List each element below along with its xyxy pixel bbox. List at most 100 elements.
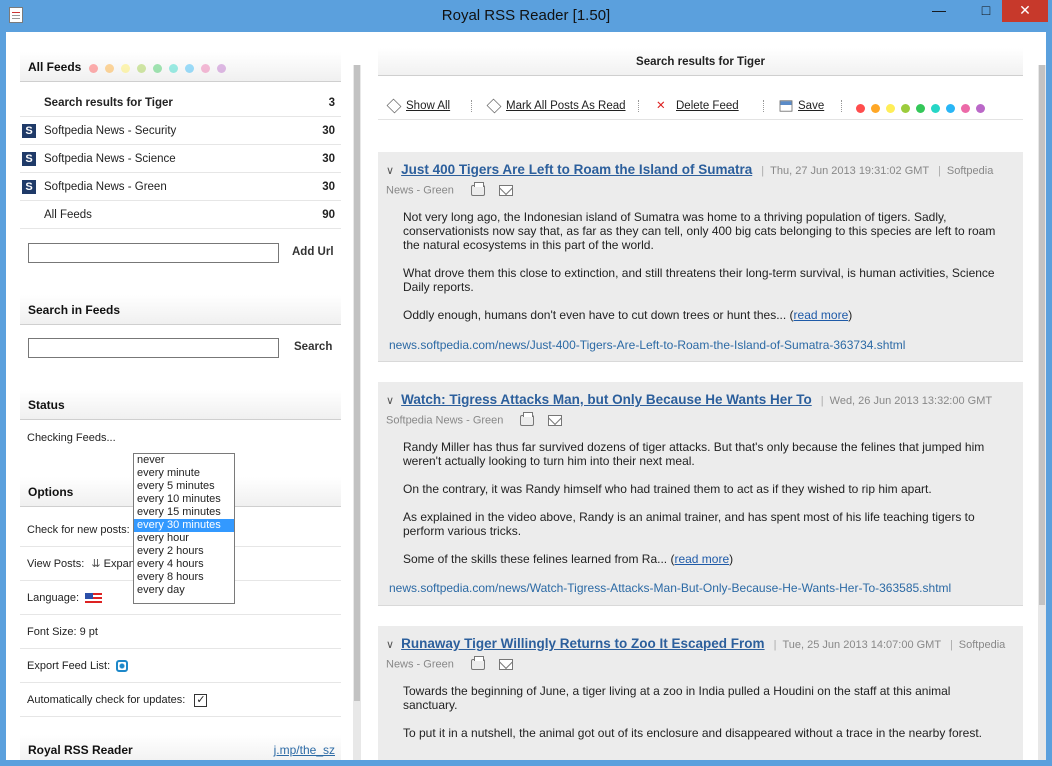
color-dot[interactable] [931, 104, 940, 114]
delete-feed-button[interactable]: ✕ Delete Feed [656, 92, 739, 120]
color-dot[interactable] [136, 64, 146, 74]
delete-icon: ✕ [656, 99, 666, 112]
export-icon[interactable] [116, 660, 129, 673]
title-bar: Royal RSS Reader [1.50] — □ ✕ [0, 0, 1052, 32]
add-url-button[interactable]: Add Url [292, 246, 334, 258]
dropdown-option[interactable]: every 5 minutes [134, 480, 234, 493]
feed-item-security[interactable]: S Softpedia News - Security 30 [20, 117, 341, 145]
chevron-down-icon[interactable]: ∨ [386, 165, 394, 177]
color-dot[interactable] [901, 104, 910, 114]
save-button[interactable]: Save [778, 92, 824, 120]
color-dot[interactable] [886, 104, 895, 114]
color-dot[interactable] [152, 64, 162, 74]
close-button[interactable]: ✕ [1002, 0, 1048, 22]
mail-icon[interactable] [498, 184, 513, 196]
chevron-down-icon[interactable]: ∨ [386, 639, 394, 651]
mail-icon[interactable] [498, 658, 513, 670]
read-more-link[interactable]: read more [674, 552, 729, 566]
footer-link[interactable]: j.mp/the_sz [274, 735, 335, 760]
footer-title: Royal RSS Reader [28, 743, 133, 757]
option-label: Check for new posts: [27, 524, 130, 536]
option-font-size[interactable]: Font Size: 9 pt [20, 615, 341, 649]
show-all-button[interactable]: Show All [386, 92, 450, 120]
add-url-input[interactable] [28, 243, 279, 263]
article-source: Softpedia [958, 639, 1006, 651]
show-all-icon [386, 98, 402, 114]
dropdown-option[interactable]: every 30 minutes [134, 519, 234, 532]
color-dot[interactable] [168, 64, 178, 74]
color-dot[interactable] [976, 104, 985, 114]
feed-item-all-feeds[interactable]: All Feeds 90 [20, 201, 341, 229]
toolbar-separator [841, 100, 842, 112]
search-button[interactable]: Search [294, 341, 332, 353]
dropdown-option[interactable]: every hour [134, 532, 234, 545]
dropdown-option[interactable]: every minute [134, 467, 234, 480]
maximize-button[interactable]: □ [972, 0, 1000, 22]
article-paragraph: As explained in the video above, Randy i… [403, 510, 975, 538]
dropdown-option[interactable]: every 8 hours [134, 571, 234, 584]
mail-icon[interactable] [548, 414, 563, 426]
search-input[interactable] [28, 338, 279, 358]
print-icon[interactable] [470, 655, 485, 670]
print-icon[interactable] [470, 181, 485, 196]
feed-count: 30 [322, 153, 335, 165]
article-card: ∨ Watch: Tigress Attacks Man, but Only B… [378, 382, 1023, 606]
chevron-down-icon[interactable]: ⇊ [91, 558, 100, 570]
color-dot[interactable] [946, 104, 955, 114]
article-source: Softpedia News - Green [386, 414, 504, 427]
dropdown-option[interactable]: never [134, 454, 234, 467]
color-dot[interactable] [871, 104, 880, 114]
article-card: ∨ Runaway Tiger Willingly Returns to Zoo… [378, 626, 1023, 760]
color-dot[interactable] [200, 64, 210, 74]
article-url[interactable]: news.softpedia.com/news/Just-400-Tigers-… [389, 338, 905, 352]
feed-count: 3 [328, 97, 335, 109]
article-paragraph: Randy Miller has thus far survived dozen… [403, 440, 985, 468]
dropdown-option[interactable]: every 15 minutes [134, 506, 234, 519]
dropdown-option[interactable]: every 2 hours [134, 545, 234, 558]
color-dot[interactable] [216, 64, 226, 74]
minimize-button[interactable]: — [925, 0, 953, 22]
window-title: Royal RSS Reader [1.50] [441, 7, 611, 24]
show-all-label: Show All [406, 100, 451, 112]
feed-item-science[interactable]: S Softpedia News - Science 30 [20, 145, 341, 173]
paren-close: ) [729, 552, 734, 566]
feed-count: 30 [322, 181, 335, 193]
article-body: Towards the beginning of June, a tiger l… [403, 684, 998, 754]
right-scrollbar-thumb[interactable] [1039, 65, 1045, 605]
toolbar-separator [638, 100, 639, 112]
color-dot[interactable] [104, 64, 114, 74]
toolbar-separator [763, 100, 764, 112]
us-flag-icon[interactable] [85, 592, 103, 604]
feed-item-green[interactable]: S Softpedia News - Green 30 [20, 173, 341, 201]
article-header: ∨ Runaway Tiger Willingly Returns to Zoo… [386, 636, 1006, 671]
color-tag-dots [856, 101, 991, 115]
check-interval-dropdown[interactable]: never every minute every 5 minutes every 10… [133, 453, 235, 604]
dropdown-option[interactable]: every 4 hours [134, 558, 234, 571]
color-dot[interactable] [88, 64, 98, 74]
feed-label: Search results for Tiger [44, 97, 173, 109]
color-dot[interactable] [120, 64, 130, 74]
color-dot[interactable] [916, 104, 925, 114]
color-dot[interactable] [961, 104, 970, 114]
print-icon[interactable] [520, 411, 535, 426]
mark-all-read-button[interactable]: Mark All Posts As Read [486, 92, 626, 120]
left-scrollbar-thumb[interactable] [354, 65, 360, 701]
feed-item-search-results[interactable]: Search results for Tiger 3 [20, 89, 341, 117]
feed-label: Softpedia News - Green [44, 181, 167, 193]
results-panel: Search results for Tiger Show All Mark A… [366, 32, 1046, 760]
dropdown-option[interactable]: every day [134, 584, 234, 597]
read-more-link[interactable]: read more [794, 308, 849, 322]
article-title[interactable]: Just 400 Tigers Are Left to Roam the Isl… [401, 162, 752, 177]
view-posts-value[interactable]: Expan [104, 558, 135, 570]
auto-update-checkbox[interactable]: ✓ [194, 693, 208, 707]
article-url[interactable]: news.softpedia.com/news/Watch-Tigress-At… [389, 581, 951, 595]
article-paragraph: What drove them this close to extinction… [403, 266, 995, 294]
article-title[interactable]: Runaway Tiger Willingly Returns to Zoo I… [401, 636, 764, 651]
chevron-down-icon[interactable]: ∨ [386, 395, 394, 407]
dropdown-option[interactable]: every 10 minutes [134, 493, 234, 506]
color-dot[interactable] [856, 104, 865, 114]
article-title[interactable]: Watch: Tigress Attacks Man, but Only Bec… [401, 392, 812, 407]
sidebar: All Feeds Search results for Tiger 3 S S… [6, 32, 352, 760]
article-body: Randy Miller has thus far survived dozen… [403, 440, 998, 580]
color-dot[interactable] [184, 64, 194, 74]
